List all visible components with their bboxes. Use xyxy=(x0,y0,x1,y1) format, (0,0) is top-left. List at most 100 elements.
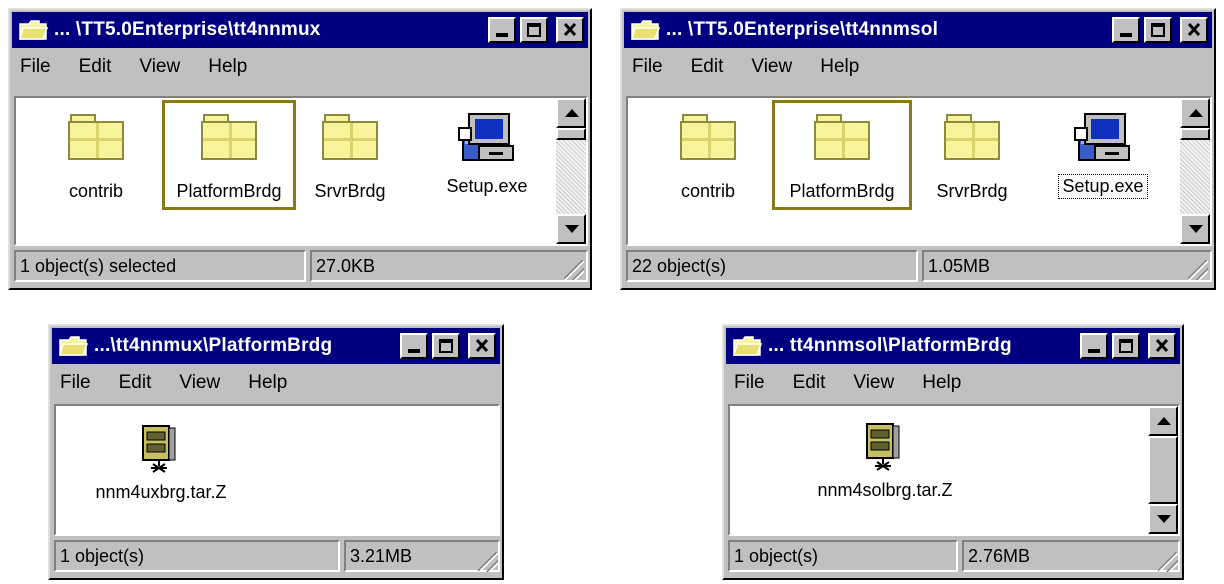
status-object-count: 1 object(s) xyxy=(728,540,958,572)
item-label: contrib xyxy=(68,181,124,201)
scroll-up-button[interactable] xyxy=(556,98,586,128)
menu-bar: File Edit View Help xyxy=(630,50,861,84)
minimize-icon xyxy=(496,33,508,37)
item-label: PlatformBrdg xyxy=(789,181,895,201)
folder-item-contrib[interactable]: contrib xyxy=(658,114,758,203)
compressed-archive-icon xyxy=(142,425,176,473)
maximize-button[interactable] xyxy=(520,17,548,43)
menu-bar: File Edit View Help xyxy=(732,366,963,400)
folder-item-contrib[interactable]: contrib xyxy=(46,114,146,203)
folder-icon xyxy=(322,114,378,160)
window-title: ... tt4nnmsol\PlatformBrdg xyxy=(768,335,1012,356)
status-bar: 1 object(s) 3.21MB xyxy=(54,540,500,572)
close-button[interactable] xyxy=(556,17,584,43)
setup-installer-icon xyxy=(458,113,514,161)
vertical-scrollbar[interactable] xyxy=(1148,406,1178,534)
scroll-down-button[interactable] xyxy=(1148,504,1178,534)
vertical-scrollbar[interactable] xyxy=(1180,98,1210,244)
window-title: ... \TT5.0Enterprise\tt4nnmux xyxy=(54,19,321,40)
menu-edit[interactable]: Edit xyxy=(689,56,726,78)
open-folder-icon xyxy=(732,335,763,357)
arrow-down-icon xyxy=(1157,515,1171,523)
status-size: 27.0KB xyxy=(310,250,588,282)
menu-edit[interactable]: Edit xyxy=(77,56,114,78)
maximize-icon xyxy=(527,23,541,37)
close-button[interactable] xyxy=(1180,17,1208,43)
folder-icon xyxy=(201,114,257,160)
menu-view[interactable]: View xyxy=(851,372,896,394)
title-bar[interactable]: ... tt4nnmsol\PlatformBrdg xyxy=(726,328,1180,364)
file-list-pane[interactable]: contrib PlatformBrdg SrvrBrdg Setup.exe xyxy=(14,96,588,246)
menu-view[interactable]: View xyxy=(749,56,794,78)
arrow-down-icon xyxy=(565,225,579,233)
folder-item-srvrbrdg[interactable]: SrvrBrdg xyxy=(300,114,400,203)
status-size: 1.05MB xyxy=(922,250,1212,282)
arrow-up-icon xyxy=(565,109,579,117)
explorer-window-tt4nnmsol-platformbrdg: ... tt4nnmsol\PlatformBrdg File Edit Vie… xyxy=(722,324,1184,580)
menu-edit[interactable]: Edit xyxy=(117,372,154,394)
menu-file[interactable]: File xyxy=(732,372,767,394)
maximize-icon xyxy=(439,339,453,353)
status-object-count: 1 object(s) xyxy=(54,540,340,572)
file-list-pane[interactable]: nnm4uxbrg.tar.Z xyxy=(54,404,500,536)
menu-help[interactable]: Help xyxy=(818,56,861,78)
title-bar[interactable]: ... \TT5.0Enterprise\tt4nnmux xyxy=(12,12,588,48)
item-label: PlatformBrdg xyxy=(176,181,282,201)
maximize-button[interactable] xyxy=(1112,333,1140,359)
compressed-archive-icon xyxy=(866,423,900,471)
menu-help[interactable]: Help xyxy=(920,372,963,394)
scroll-down-button[interactable] xyxy=(556,214,586,244)
close-button[interactable] xyxy=(1148,333,1176,359)
file-item-nnm4uxbrg[interactable]: nnm4uxbrg.tar.Z xyxy=(76,422,246,504)
file-item-setup-exe[interactable]: Setup.exe xyxy=(1048,106,1158,199)
minimize-button[interactable] xyxy=(1080,333,1108,359)
status-bar: 1 object(s) selected 27.0KB xyxy=(14,250,588,282)
menu-file[interactable]: File xyxy=(18,56,53,78)
maximize-button[interactable] xyxy=(432,333,460,359)
folder-item-platformbrdg[interactable]: PlatformBrdg xyxy=(166,114,292,203)
scroll-thumb[interactable] xyxy=(1180,128,1210,140)
close-button[interactable] xyxy=(468,333,496,359)
explorer-window-tt4nnmsol: ... \TT5.0Enterprise\tt4nnmsol File Edit… xyxy=(620,8,1216,290)
menu-help[interactable]: Help xyxy=(206,56,249,78)
file-item-nnm4solbrg[interactable]: nnm4solbrg.tar.Z xyxy=(790,420,980,502)
scroll-thumb[interactable] xyxy=(1148,436,1178,504)
scroll-up-button[interactable] xyxy=(1148,406,1178,436)
item-label: Setup.exe xyxy=(446,176,528,196)
menu-file[interactable]: File xyxy=(58,372,93,394)
explorer-window-tt4nnmux: ... \TT5.0Enterprise\tt4nnmux File Edit … xyxy=(8,8,592,290)
file-list-pane[interactable]: contrib PlatformBrdg SrvrBrdg Setup.exe xyxy=(626,96,1212,246)
title-bar[interactable]: ... \TT5.0Enterprise\tt4nnmsol xyxy=(624,12,1212,48)
scroll-up-button[interactable] xyxy=(1180,98,1210,128)
item-label: nnm4solbrg.tar.Z xyxy=(817,480,953,500)
folder-icon xyxy=(814,114,870,160)
minimize-button[interactable] xyxy=(400,333,428,359)
scroll-thumb[interactable] xyxy=(556,128,586,140)
item-label: nnm4uxbrg.tar.Z xyxy=(95,482,227,502)
scroll-down-button[interactable] xyxy=(1180,214,1210,244)
close-icon xyxy=(1187,22,1201,37)
minimize-button[interactable] xyxy=(1112,17,1140,43)
menu-help[interactable]: Help xyxy=(246,372,289,394)
menu-file[interactable]: File xyxy=(630,56,665,78)
menu-view[interactable]: View xyxy=(137,56,182,78)
status-size: 2.76MB xyxy=(962,540,1180,572)
title-bar[interactable]: ...\tt4nnmux\PlatformBrdg xyxy=(52,328,500,364)
minimize-button[interactable] xyxy=(488,17,516,43)
file-item-setup-exe[interactable]: Setup.exe xyxy=(432,106,542,198)
folder-item-platformbrdg[interactable]: PlatformBrdg xyxy=(778,114,906,203)
maximize-button[interactable] xyxy=(1144,17,1172,43)
menu-view[interactable]: View xyxy=(177,372,222,394)
resize-grip[interactable] xyxy=(1158,552,1178,572)
menu-edit[interactable]: Edit xyxy=(791,372,828,394)
item-label: SrvrBrdg xyxy=(936,181,1008,201)
resize-grip[interactable] xyxy=(478,552,498,572)
arrow-up-icon xyxy=(1189,109,1203,117)
file-list-pane[interactable]: nnm4solbrg.tar.Z xyxy=(728,404,1180,536)
minimize-icon xyxy=(1120,33,1132,37)
explorer-window-tt4nnmux-platformbrdg: ...\tt4nnmux\PlatformBrdg File Edit View… xyxy=(48,324,504,580)
folder-item-srvrbrdg[interactable]: SrvrBrdg xyxy=(922,114,1022,203)
vertical-scrollbar[interactable] xyxy=(556,98,586,244)
resize-grip[interactable] xyxy=(1188,260,1208,280)
resize-grip[interactable] xyxy=(564,260,584,280)
